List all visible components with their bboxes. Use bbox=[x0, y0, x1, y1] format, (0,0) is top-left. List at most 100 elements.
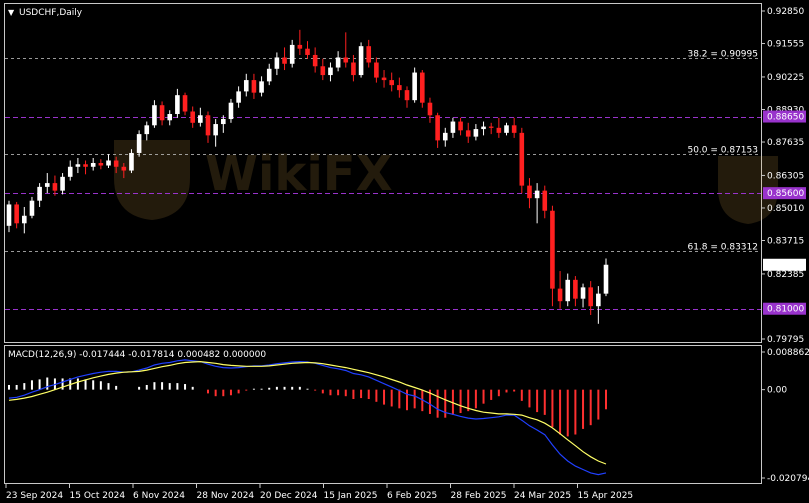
price-tick-label: 0.92850 bbox=[767, 7, 804, 17]
macd-tick-label: 0.008862 bbox=[767, 348, 809, 358]
candle-bear bbox=[381, 77, 387, 81]
price-axis: 0.928500.915550.902250.889300.876350.863… bbox=[761, 7, 806, 345]
candle-bull bbox=[236, 91, 241, 103]
level-price-label: 0.88650 bbox=[767, 113, 804, 123]
candle-bear bbox=[427, 102, 433, 116]
candle-bull bbox=[129, 152, 134, 171]
candle-bull bbox=[358, 46, 364, 76]
candle-bull bbox=[228, 102, 234, 120]
candle-bear bbox=[465, 130, 471, 137]
candle-bear bbox=[458, 121, 463, 131]
candle-bear bbox=[496, 127, 502, 133]
candle-bull bbox=[44, 183, 50, 187]
candle-bull bbox=[175, 95, 180, 115]
candle-bull bbox=[603, 264, 609, 294]
candle-bear bbox=[52, 183, 58, 191]
price-tick-label: 0.90225 bbox=[767, 73, 804, 83]
level-price-label: 0.81000 bbox=[767, 305, 804, 315]
candle-bull bbox=[37, 186, 42, 201]
candle-bear bbox=[519, 132, 525, 186]
candle-bull bbox=[481, 126, 486, 130]
candle-bull bbox=[75, 164, 81, 167]
candle-bull bbox=[198, 115, 203, 123]
candle-bull bbox=[167, 114, 173, 121]
watermark: WikiFX bbox=[114, 140, 778, 224]
candle-bear bbox=[420, 72, 425, 103]
price-tick-label: 0.87635 bbox=[767, 138, 804, 148]
price-tick-label: 0.85010 bbox=[767, 204, 804, 214]
candle-bear bbox=[159, 105, 165, 121]
candle-bull bbox=[335, 57, 341, 68]
candle-bull bbox=[442, 132, 448, 141]
candle-bear bbox=[343, 57, 349, 63]
candle-bear bbox=[435, 115, 440, 141]
fib-label: 61.8 = 0.83312 bbox=[687, 243, 758, 253]
candle-bull bbox=[473, 129, 479, 137]
candle-bull bbox=[412, 72, 417, 101]
date-tick-label: 28 Nov 2024 bbox=[197, 491, 255, 501]
symbol-dropdown-icon[interactable]: ▼ bbox=[8, 8, 15, 17]
date-tick-label: 20 Dec 2024 bbox=[260, 491, 318, 501]
fib-label: 38.2 = 0.90995 bbox=[687, 50, 758, 60]
candle-bear bbox=[389, 80, 394, 86]
price-tick-label: 0.82385 bbox=[767, 270, 804, 280]
candle-bear bbox=[550, 210, 555, 289]
candle-bull bbox=[504, 125, 509, 133]
candle-bear bbox=[297, 44, 303, 49]
candle-bull bbox=[90, 163, 96, 167]
candle-bear bbox=[251, 80, 257, 93]
candle-bear bbox=[588, 287, 593, 307]
watermark-shield-icon bbox=[114, 140, 190, 220]
candle-bear bbox=[404, 90, 410, 101]
candle-bear bbox=[305, 48, 310, 55]
candle-bull bbox=[450, 121, 456, 133]
price-tick-label: 0.86305 bbox=[767, 171, 804, 181]
candle-bull bbox=[266, 68, 272, 82]
candle-bear bbox=[320, 66, 326, 76]
candle-bull bbox=[580, 287, 586, 299]
candle-bull bbox=[243, 80, 249, 92]
macd-layer bbox=[8, 359, 607, 476]
candle-bear bbox=[488, 126, 494, 128]
signal-line bbox=[8, 360, 607, 465]
current-price-label: 0.82752 bbox=[767, 261, 804, 271]
level-price-label: 0.85600 bbox=[767, 189, 804, 199]
candle-bull bbox=[29, 200, 35, 216]
macd-tick-label: 0.00 bbox=[767, 386, 787, 396]
date-tick-label: 6 Feb 2025 bbox=[387, 491, 437, 501]
date-tick-label: 15 Jan 2025 bbox=[324, 491, 378, 501]
candle-bull bbox=[534, 190, 540, 199]
price-tick-label: 0.83715 bbox=[767, 237, 804, 247]
candle-bear bbox=[98, 163, 104, 166]
candle-bull bbox=[144, 125, 150, 135]
candle-bull bbox=[565, 279, 571, 302]
candle-bull bbox=[596, 293, 601, 307]
macd-panel-frame bbox=[4, 345, 762, 484]
price-tick-label: 0.79795 bbox=[767, 335, 804, 345]
candle-bull bbox=[6, 204, 12, 226]
candle-bear bbox=[557, 288, 563, 302]
date-tick-label: 15 Oct 2024 bbox=[70, 491, 126, 501]
candle-bull bbox=[136, 134, 142, 153]
date-axis: 23 Sep 2024 15 Oct 2024 6 Nov 2024 28 Nov 2… bbox=[5, 484, 633, 501]
fib-label: 50.0 = 0.87153 bbox=[687, 146, 758, 156]
candle-bear bbox=[374, 62, 379, 78]
macd-title: MACD(12,26,9) -0.017444 -0.017814 0.0004… bbox=[8, 350, 266, 360]
candle-bull bbox=[221, 119, 226, 125]
candle-bull bbox=[22, 215, 27, 224]
candle-bear bbox=[190, 111, 195, 123]
date-tick-label: 24 Mar 2025 bbox=[514, 491, 571, 501]
candle-bear bbox=[83, 164, 88, 167]
candle-bull bbox=[274, 57, 280, 69]
candle-bear bbox=[366, 46, 372, 63]
candle-bear bbox=[527, 185, 532, 199]
candle-bull bbox=[67, 166, 73, 177]
candle-bear bbox=[397, 85, 402, 91]
candle-bear bbox=[542, 190, 548, 211]
date-tick-label: 23 Sep 2024 bbox=[6, 491, 63, 501]
macd-tick-label: -0.020794 bbox=[767, 474, 809, 484]
candle-bull bbox=[289, 44, 295, 64]
candle-bull bbox=[259, 81, 264, 93]
candle-bear bbox=[511, 125, 517, 133]
chart-canvas: WikiFX 38.2 = 0.90995 50.0 = 0.87153 61.8 … bbox=[4, 3, 809, 501]
